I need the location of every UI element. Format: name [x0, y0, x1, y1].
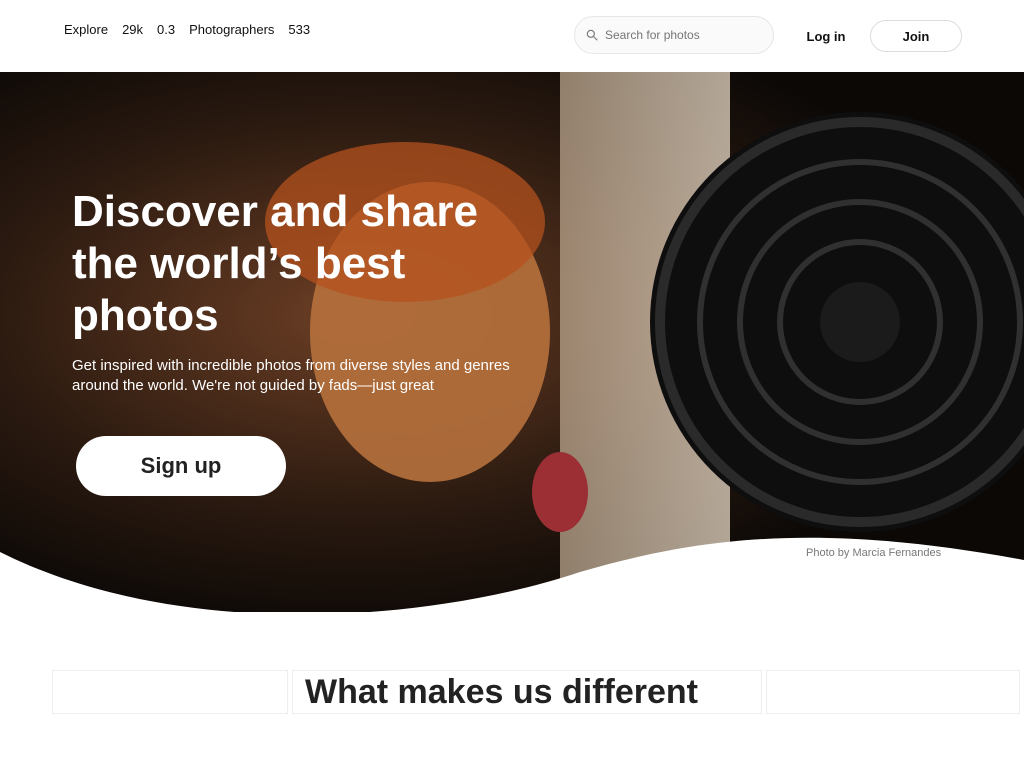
login-button[interactable]: Log in — [786, 20, 866, 52]
section-heading: What makes us different — [305, 672, 698, 711]
hero-content: Discover and share the world’s best phot… — [72, 186, 522, 396]
hero-title: Discover and share the world’s best phot… — [72, 187, 478, 340]
photo-credit: Photo by Marcia Fernandes — [806, 547, 942, 559]
nav-link-explore[interactable]: Explore — [64, 22, 108, 37]
nav-count-1: 29k — [122, 22, 144, 37]
nav-link-photographers[interactable]: Photographers — [189, 22, 274, 37]
search-icon — [586, 29, 598, 41]
nav-left-group: Explore 29k 0.3 Photographers 533 — [64, 22, 310, 37]
signup-button[interactable]: Sign up — [76, 436, 286, 496]
features-section: What makes us different — [52, 670, 1020, 714]
search-field[interactable] — [574, 16, 774, 54]
top-navigation: Explore 29k 0.3 Photographers 533 Log in… — [0, 0, 1024, 72]
join-button[interactable]: Join — [870, 20, 962, 52]
hero-section: Discover and share the world’s best phot… — [0, 72, 1024, 612]
section-cell-right — [766, 670, 1020, 714]
section-cell-left — [52, 670, 288, 714]
section-cell-center: What makes us different — [292, 670, 762, 714]
nav-count-2: 0.3 — [157, 22, 176, 37]
search-input[interactable] — [605, 28, 763, 42]
hero-subtitle: Get inspired with incredible photos from… — [72, 357, 510, 394]
nav-count-3: 533 — [288, 22, 311, 37]
